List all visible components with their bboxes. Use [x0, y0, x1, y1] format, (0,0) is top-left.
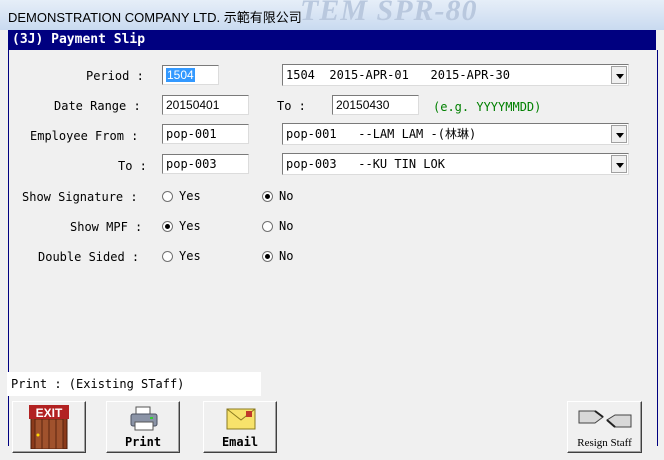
window-title: DEMONSTRATION COMPANY LTD. 示範有限公司 [8, 10, 302, 25]
period-input[interactable]: 1504 [162, 65, 219, 85]
form-title: (3J) Payment Slip [12, 32, 146, 47]
handshake-icon [578, 410, 632, 428]
print-label: Print [124, 435, 162, 449]
title-bar: TEM SPR-80 DEMONSTRATION COMPANY LTD. 示範… [0, 0, 664, 30]
employee-to-select[interactable]: pop-003 --KU TIN LOK [282, 153, 629, 175]
chevron-down-icon[interactable] [611, 155, 627, 173]
show-signature-no-radio[interactable] [262, 191, 273, 202]
show-signature-label: Show Signature : [22, 190, 138, 204]
employee-to-label: To : [118, 159, 147, 173]
chevron-down-icon[interactable] [611, 125, 627, 143]
status-text: Print : (Existing STaff) [7, 372, 261, 396]
exit-button[interactable]: EXIT [12, 401, 86, 453]
email-button[interactable]: Email [203, 401, 277, 453]
show-mpf-no-label[interactable]: No [279, 219, 293, 233]
show-mpf-yes-label[interactable]: Yes [179, 219, 201, 233]
form-header: (3J) Payment Slip [8, 30, 656, 50]
title-watermark: TEM SPR-80 [300, 0, 478, 27]
date-format-hint: (e.g. YYYYMMDD) [433, 100, 542, 114]
resign-staff-button[interactable]: Resign Staff [567, 401, 642, 453]
employee-from-select-value: pop-001 --LAM LAM -(林琳) [286, 127, 477, 141]
employee-to-select-value: pop-003 --KU TIN LOK [286, 157, 445, 171]
double-sided-no-label[interactable]: No [279, 249, 293, 263]
double-sided-yes-label[interactable]: Yes [179, 249, 201, 263]
print-button[interactable]: Print [106, 401, 180, 453]
date-to-input[interactable]: 20150430 [332, 95, 419, 115]
date-from-input[interactable]: 20150401 [162, 95, 249, 115]
double-sided-label: Double Sided : [38, 250, 140, 264]
period-select[interactable]: 1504 2015-APR-01 2015-APR-30 [282, 64, 629, 86]
double-sided-no-radio[interactable] [262, 251, 273, 262]
form-panel: Period : 1504 1504 2015-APR-01 2015-APR-… [7, 50, 658, 446]
show-signature-no-label[interactable]: No [279, 189, 293, 203]
exit-label: EXIT [35, 406, 63, 420]
employee-from-select[interactable]: pop-001 --LAM LAM -(林琳) [282, 123, 629, 145]
double-sided-yes-radio[interactable] [162, 251, 173, 262]
period-select-value: 1504 2015-APR-01 2015-APR-30 [286, 68, 510, 82]
show-mpf-yes-radio[interactable] [162, 221, 173, 232]
period-label: Period : [86, 69, 144, 83]
show-mpf-no-radio[interactable] [262, 221, 273, 232]
resign-staff-label: Resign Staff [577, 437, 632, 449]
envelope-icon [226, 408, 256, 430]
show-signature-yes-radio[interactable] [162, 191, 173, 202]
period-value: 1504 [166, 68, 195, 82]
employee-from-label: Employee From : [30, 129, 139, 143]
show-mpf-label: Show MPF : [70, 220, 143, 234]
printer-icon [130, 406, 158, 431]
employee-to-input[interactable]: pop-003 [162, 154, 249, 174]
show-signature-yes-label[interactable]: Yes [179, 189, 201, 203]
date-to-label: To : [277, 99, 306, 113]
employee-from-input[interactable]: pop-001 [162, 124, 249, 144]
email-label: Email [221, 435, 259, 449]
date-range-label: Date Range : [54, 99, 141, 113]
chevron-down-icon[interactable] [611, 66, 627, 84]
